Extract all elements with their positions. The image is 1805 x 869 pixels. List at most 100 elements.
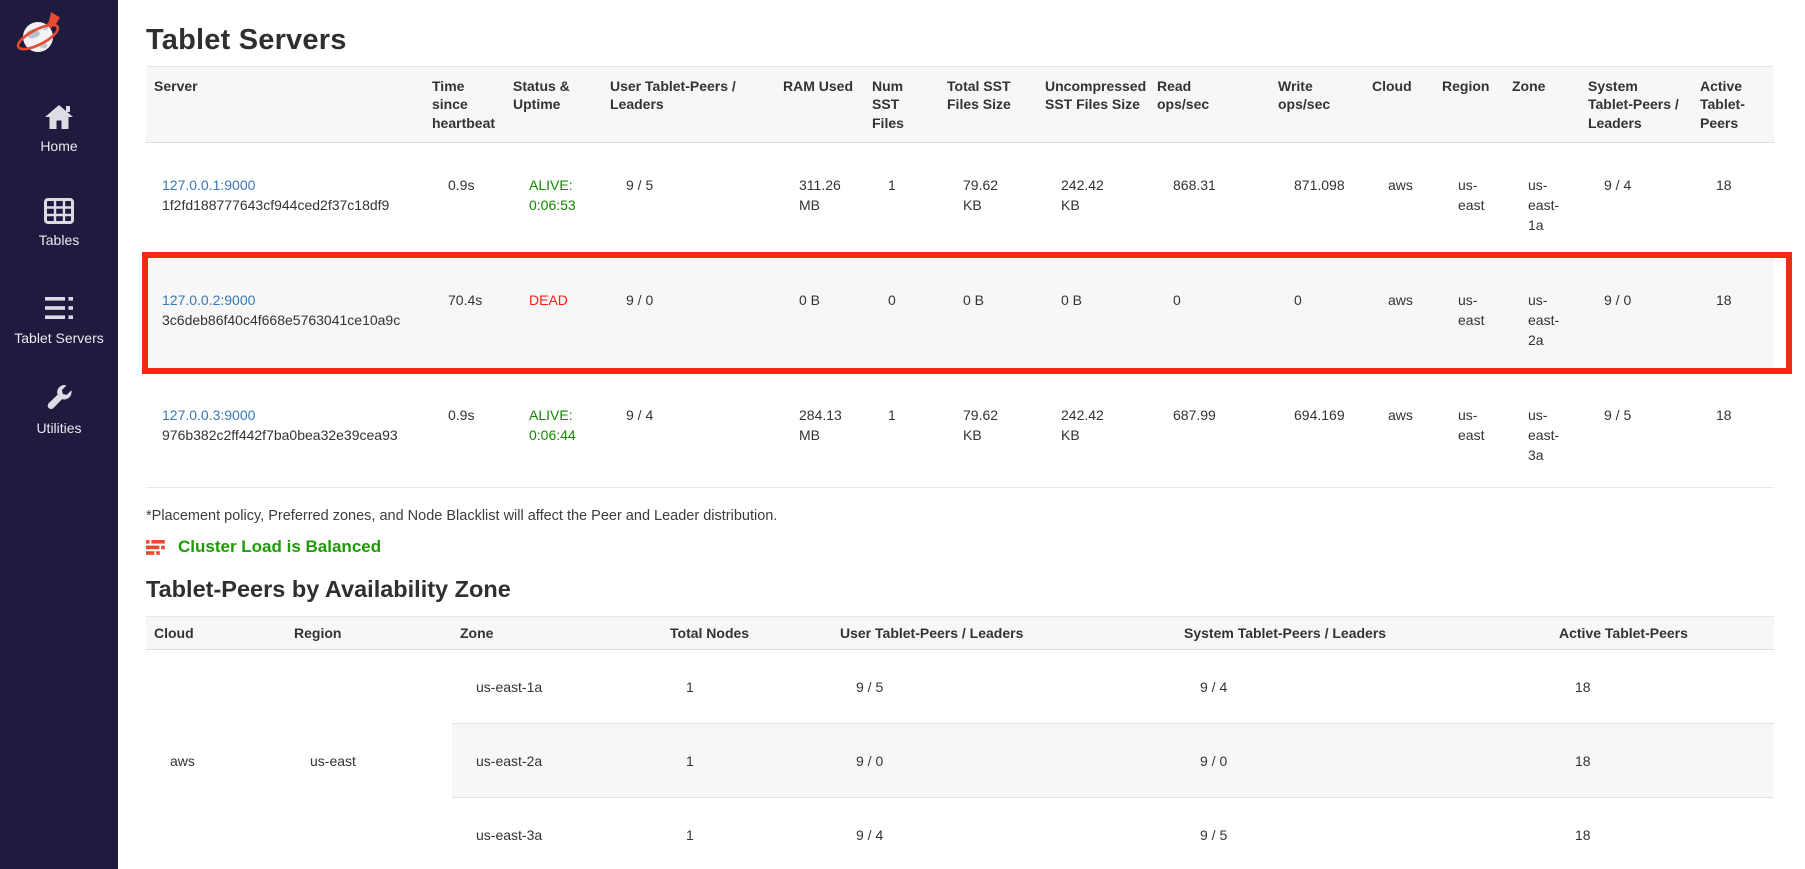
cell-total-sst: 0 B (939, 258, 1037, 373)
tablet-servers-icon (43, 294, 75, 324)
server-uuid: 976b382c2ff442f7ba0bea32e39cea93 (162, 427, 398, 443)
cell-num-sst: 1 (864, 373, 939, 488)
status-label: DEAD (529, 291, 594, 311)
cell-active-peers: 18 (1551, 650, 1774, 724)
status-label: ALIVE: (529, 176, 594, 196)
cell-zone: us-east-2a (1504, 258, 1580, 373)
placement-policy-footnote: *Placement policy, Preferred zones, and … (146, 508, 1805, 524)
col-cloud: Cloud (1364, 67, 1434, 143)
cell-user-peers: 9 / 4 (602, 373, 775, 488)
cell-ram-used: 311.26 MB (775, 143, 864, 258)
cell-status-uptime: ALIVE: 0:06:44 (505, 373, 602, 488)
cell-system-peers: 9 / 5 (1580, 373, 1692, 488)
col-user-peers: User Tablet-Peers / Leaders (602, 67, 775, 143)
uptime-value: 0:06:44 (529, 426, 594, 446)
col-write-ops: Write ops/sec (1270, 67, 1364, 143)
tables-icon (44, 196, 74, 226)
cell-system-peers: 9 / 0 (1580, 258, 1692, 373)
cell-active-peers: 18 (1692, 258, 1774, 373)
col-read-ops: Read ops/sec (1149, 67, 1270, 143)
sidebar: Home Tables Tablet Servers (0, 0, 118, 869)
cell-system-peers: 9 / 4 (1176, 650, 1551, 724)
cell-ram-used: 0 B (775, 258, 864, 373)
cell-server: 127.0.0.3:9000 976b382c2ff442f7ba0bea32e… (146, 373, 424, 488)
server-uuid: 3c6deb86f40c4f668e5763041ce10a9c (162, 312, 400, 328)
cell-user-peers: 9 / 0 (602, 258, 775, 373)
col-total-sst: Total SST Files Size (939, 67, 1037, 143)
cell-system-peers: 9 / 5 (1176, 798, 1551, 869)
sidebar-item-home[interactable]: Home (0, 102, 118, 154)
cell-heartbeat: 0.9s (424, 143, 505, 258)
uptime-value: 0:06:53 (529, 196, 594, 216)
cell-user-peers: 9 / 5 (602, 143, 775, 258)
cell-system-peers: 9 / 4 (1580, 143, 1692, 258)
cluster-load-status: Cluster Load is Balanced (146, 537, 1805, 557)
cell-heartbeat: 0.9s (424, 373, 505, 488)
page-title: Tablet Servers (146, 24, 1805, 57)
server-row: 127.0.0.1:9000 1f2fd188777643cf944ced2f3… (146, 143, 1774, 258)
sidebar-item-tables[interactable]: Tables (0, 196, 118, 248)
cell-user-peers: 9 / 4 (832, 798, 1176, 869)
col-user-peers: User Tablet-Peers / Leaders (832, 617, 1176, 650)
col-system-peers: System Tablet-Peers / Leaders (1580, 67, 1692, 143)
col-server: Server (146, 67, 424, 143)
cell-active-peers: 18 (1551, 798, 1774, 869)
server-uuid: 1f2fd188777643cf944ced2f37c18df9 (162, 197, 389, 213)
server-address-link[interactable]: 127.0.0.3:9000 (162, 406, 255, 426)
cell-cloud: aws (146, 650, 286, 869)
cell-active-peers: 18 (1551, 724, 1774, 798)
utilities-icon (45, 384, 73, 414)
cell-region: us-east (286, 650, 452, 869)
cell-cloud: aws (1364, 143, 1434, 258)
cell-zone: us-east-3a (1504, 373, 1580, 488)
sidebar-item-tablet-servers[interactable]: Tablet Servers (0, 294, 118, 346)
sidebar-item-utilities[interactable]: Utilities (0, 384, 118, 436)
cell-heartbeat: 70.4s (424, 258, 505, 373)
yugabyte-planet-logo[interactable] (13, 8, 67, 62)
server-address-link[interactable]: 127.0.0.2:9000 (162, 291, 255, 311)
cell-ram-used: 284.13 MB (775, 373, 864, 488)
cell-zone: us-east-1a (1504, 143, 1580, 258)
col-total-nodes: Total Nodes (662, 617, 832, 650)
col-system-peers: System Tablet-Peers / Leaders (1176, 617, 1551, 650)
cell-system-peers: 9 / 0 (1176, 724, 1551, 798)
col-zone: Zone (1504, 67, 1580, 143)
cell-server: 127.0.0.1:9000 1f2fd188777643cf944ced2f3… (146, 143, 424, 258)
sidebar-item-label: Utilities (36, 420, 81, 436)
cell-total-sst: 79.62 KB (939, 373, 1037, 488)
cell-user-peers: 9 / 0 (832, 724, 1176, 798)
col-ram-used: RAM Used (775, 67, 864, 143)
cell-cloud: aws (1364, 373, 1434, 488)
cell-active-peers: 18 (1692, 373, 1774, 488)
cell-num-sst: 0 (864, 258, 939, 373)
cell-total-nodes: 1 (662, 798, 832, 869)
status-label: ALIVE: (529, 406, 594, 426)
col-active-peers: Active Tablet-Peers (1551, 617, 1774, 650)
cell-uncompressed-sst: 0 B (1037, 258, 1149, 373)
sidebar-item-label: Home (40, 138, 77, 154)
cell-total-nodes: 1 (662, 650, 832, 724)
col-region: Region (1434, 67, 1504, 143)
server-address-link[interactable]: 127.0.0.1:9000 (162, 176, 255, 196)
cell-region: us-east (1434, 258, 1504, 373)
server-row-dead: 127.0.0.2:9000 3c6deb86f40c4f668e5763041… (146, 258, 1774, 373)
cell-status-uptime: DEAD (505, 258, 602, 373)
col-uncompressed-sst: Uncompressed SST Files Size (1037, 67, 1149, 143)
cell-active-peers: 18 (1692, 143, 1774, 258)
cell-uncompressed-sst: 242.42 KB (1037, 373, 1149, 488)
cell-user-peers: 9 / 5 (832, 650, 1176, 724)
col-num-sst: Num SST Files (864, 67, 939, 143)
zones-header-row: Cloud Region Zone Total Nodes User Table… (146, 617, 1774, 650)
cell-write-ops: 694.169 (1270, 373, 1364, 488)
cell-zone: us-east-3a (452, 798, 662, 869)
cell-uncompressed-sst: 242.42 KB (1037, 143, 1149, 258)
planet-logo-icon (13, 8, 67, 62)
col-region: Region (286, 617, 452, 650)
col-zone: Zone (452, 617, 662, 650)
cell-total-nodes: 1 (662, 724, 832, 798)
zones-section-title: Tablet-Peers by Availability Zone (146, 576, 1805, 603)
zone-row: aws us-east us-east-1a 1 9 / 5 9 / 4 18 (146, 650, 1774, 724)
servers-header-row: Server Time since heartbeat Status & Upt… (146, 67, 1774, 143)
cell-write-ops: 0 (1270, 258, 1364, 373)
cell-zone: us-east-1a (452, 650, 662, 724)
